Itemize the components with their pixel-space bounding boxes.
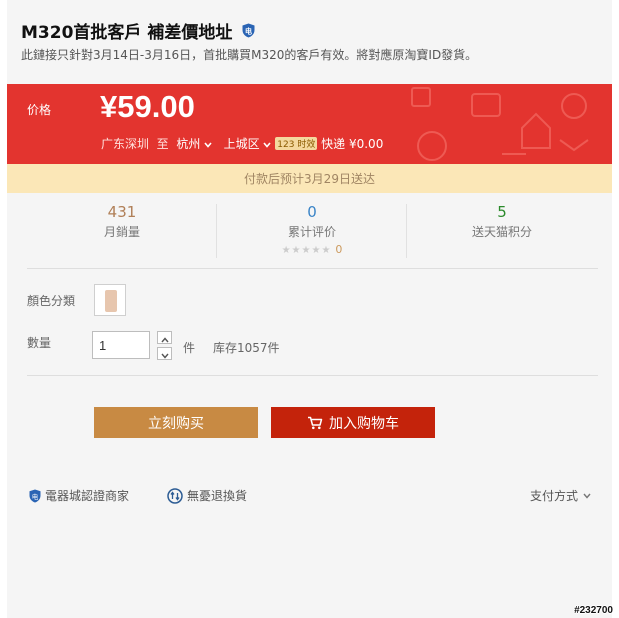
buy-now-button[interactable]: 立刻购买: [94, 407, 258, 438]
stats-bar: 431 月銷量 0 累计评价 ★★★★★ 0 5 送天猫积分: [27, 200, 598, 262]
cart-icon: [307, 416, 323, 430]
price-label: 价格: [27, 103, 52, 117]
city-label: 杭州: [176, 137, 201, 151]
price-section: 价格 ¥59.00 广东深圳 至 杭州 上城区 123 时效 快递 ¥0.00: [7, 84, 612, 164]
points-label: 送天猫积分: [471, 225, 532, 239]
quantity-increase-button[interactable]: [157, 331, 172, 344]
add-to-cart-label: 加入购物车: [329, 415, 399, 432]
district-selector[interactable]: 上城区: [224, 137, 272, 151]
ship-origin: 广东深圳: [101, 137, 150, 151]
reviews-label: 累计评价: [287, 225, 336, 239]
product-thumbnail: [105, 290, 117, 312]
timeliness-badge: 123 时效: [275, 137, 318, 150]
stat-points: 5 送天猫积分: [407, 200, 597, 240]
chevron-down-icon: [583, 493, 591, 499]
shield-icon: 电: [242, 23, 255, 43]
watermark: #232700: [574, 605, 613, 616]
add-to-cart-button[interactable]: 加入购物车: [271, 407, 435, 438]
stat-monthly-sales: 431 月銷量: [27, 200, 217, 240]
chevron-down-icon: [204, 137, 212, 151]
certified-merchant: 电 電器城認證商家: [29, 487, 129, 504]
rating-stars: ★★★★★ 0: [217, 243, 407, 256]
payment-methods-dropdown[interactable]: 支付方式: [530, 487, 591, 504]
city-selector[interactable]: 杭州: [176, 137, 212, 151]
return-icon: [167, 487, 183, 504]
quantity-label: 數量: [27, 336, 52, 350]
color-label: 顏色分類: [27, 294, 76, 308]
price-value: ¥59.00: [100, 89, 195, 124]
ship-to-label: 至: [156, 137, 169, 151]
monthly-sales-value: 431: [107, 203, 137, 221]
quantity-decrease-button[interactable]: [157, 347, 172, 360]
shield-icon: 电: [29, 489, 41, 503]
svg-text:电: 电: [32, 491, 39, 500]
svg-text:电: 电: [245, 27, 252, 36]
stat-reviews[interactable]: 0 累计评价 ★★★★★ 0: [217, 200, 407, 256]
quantity-unit: 件: [183, 341, 196, 355]
no-worry-return[interactable]: 無憂退換貨: [167, 487, 247, 504]
delivery-notice: 付款后预计3月29日送达: [7, 164, 612, 193]
color-swatch[interactable]: [94, 284, 126, 316]
star-icons: ★★★★★: [281, 245, 332, 256]
divider: [27, 268, 598, 269]
return-label: 無憂退換貨: [187, 489, 248, 503]
product-subtitle: 此鏈接只針對3月14日-3月16日，首批購買M320的客戶有效。將對應原淘寶ID…: [21, 48, 478, 62]
review-count: 0: [335, 243, 343, 256]
chevron-down-icon: [263, 137, 272, 151]
district-label: 上城区: [223, 137, 260, 151]
divider: [27, 375, 598, 376]
product-title-row: M320首批客戶 補差價地址 电: [21, 18, 255, 43]
product-title: M320首批客戶 補差價地址: [21, 23, 233, 43]
quantity-input[interactable]: [92, 331, 150, 359]
express-fee: 快递 ¥0.00: [321, 137, 384, 151]
certified-label: 電器城認證商家: [45, 489, 130, 503]
shipping-row: 广东深圳 至 杭州 上城区 123 时效 快递 ¥0.00: [101, 135, 383, 152]
reviews-value: 0: [307, 203, 317, 221]
monthly-sales-label: 月銷量: [103, 225, 140, 239]
decorative-pattern: [411, 87, 589, 161]
stock-count: 库存1057件: [213, 341, 280, 355]
chevron-down-icon: [160, 344, 169, 363]
payment-label: 支付方式: [530, 489, 579, 503]
buy-now-label: 立刻购买: [148, 415, 204, 432]
points-value: 5: [497, 203, 507, 221]
